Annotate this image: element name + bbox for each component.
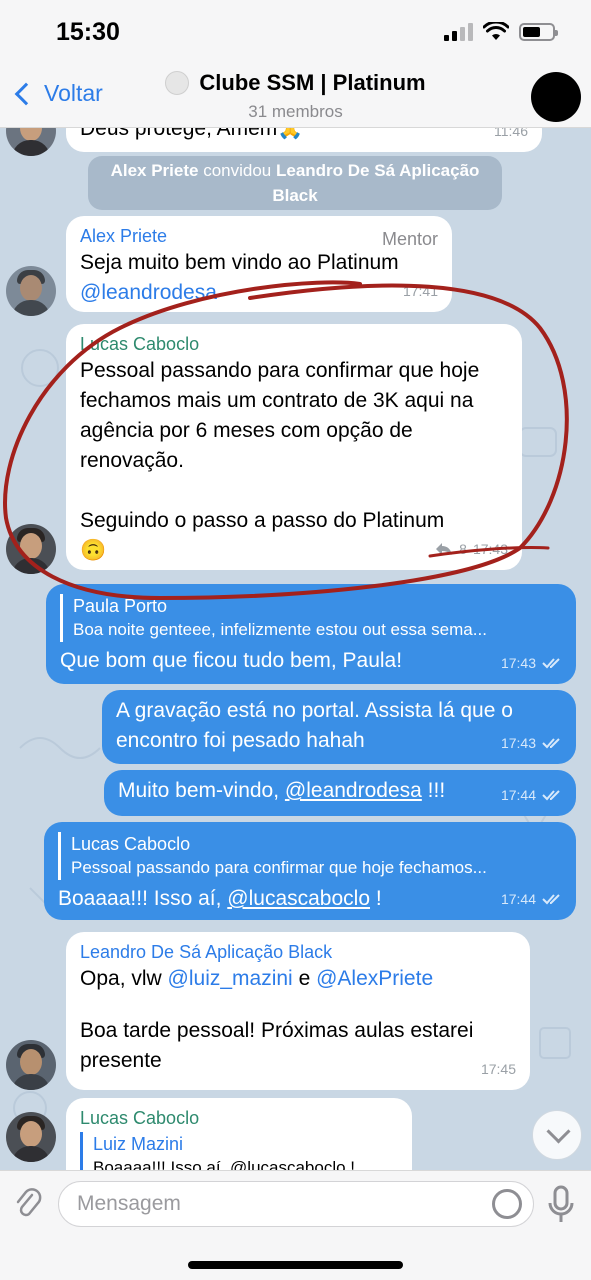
reply-preview[interactable]: Luiz Mazini Boaaaa!!! Isso aí, @lucascab… [80,1132,398,1170]
sender-name[interactable]: Lucas Caboclo [80,332,508,356]
system-target[interactable]: Leandro De Sá Aplicação Black [272,161,479,205]
reply-text: Pessoal passando para confirmar que hoje… [71,858,487,877]
reply-count[interactable]: 8 [459,534,467,564]
message-bubble[interactable]: A gravação está no portal. Assista lá qu… [102,690,576,764]
chat-header: Voltar Clube SSM | Platinum 31 membros [0,62,591,128]
message-input-bar: Mensagem [0,1170,591,1280]
chat-title-area[interactable]: Clube SSM | Platinum 31 membros [0,70,591,122]
double-check-icon [542,738,560,749]
sender-avatar[interactable] [6,1112,56,1162]
group-avatar[interactable] [531,72,581,122]
reply-preview[interactable]: Paula Porto Boa noite genteee, infelizme… [60,594,562,642]
message-time: 17:41 [402,283,438,299]
battery-icon [519,23,558,41]
message-list[interactable]: Deus protege, Amém🙏 11:46 Alex Priete co… [0,128,591,1170]
reply-author: Lucas Caboclo [71,834,191,854]
message-text: Boaaaa!!! Isso aí, [58,887,228,910]
clock: 15:30 [56,18,120,46]
message-text: Opa, vlw [80,967,168,990]
double-check-icon [542,658,560,669]
message-text-mid: e [292,967,317,990]
message-text: A gravação está no portal. Assista lá qu… [116,699,513,752]
message-bubble[interactable]: Paula Porto Boa noite genteee, infelizme… [46,584,576,684]
message-input[interactable]: Mensagem [58,1181,534,1227]
mention-link[interactable]: @leandrodesa [80,278,438,308]
status-icons [444,22,558,42]
message-text-end: ! [370,887,382,910]
message-time: 17:44 [500,891,536,907]
sticker-icon[interactable] [492,1189,522,1219]
reply-author: Luiz Mazini [93,1134,184,1154]
chat-title: Clube SSM | Platinum [199,70,426,95]
system-action: convidou [203,161,272,180]
system-actor[interactable]: Alex Priete [111,161,199,180]
double-check-icon [542,790,560,801]
sender-avatar[interactable] [6,1040,56,1090]
reply-count-icon [436,543,453,555]
sender-role-badge: Mentor [381,229,438,249]
mention-link[interactable]: @leandrodesa [285,779,422,802]
system-message: Alex Priete convidou Leandro De Sá Aplic… [88,156,502,210]
message-bubble[interactable]: Leandro De Sá Aplicação Black Opa, vlw @… [66,932,530,1090]
message-bubble[interactable]: Lucas Caboclo Luiz Mazini Boaaaa!!! Isso… [66,1098,412,1170]
group-status-icon [165,71,190,95]
scroll-to-bottom-button[interactable] [532,1110,582,1160]
wifi-icon [483,22,509,40]
message-text: Pessoal passando para confirmar que hoje… [80,359,480,472]
reply-text: Boaaaa!!! Isso aí, @lucascaboclo ! [93,1158,356,1170]
message-time: 11:46 [494,128,528,139]
sender-name[interactable]: Leandro De Sá Aplicação Black [80,940,516,964]
message-time: 17:43 [500,735,536,751]
attach-icon[interactable] [14,1187,42,1223]
message-bubble[interactable]: Lucas Caboclo Pessoal passando para conf… [44,822,576,920]
mention-link[interactable]: @luiz_mazini [168,967,293,990]
message-text: Deus protege, Amém🙏 [80,128,304,140]
reply-text: Boa noite genteee, infelizmente estou ou… [73,620,487,639]
sender-avatar[interactable] [6,524,56,574]
sender-avatar[interactable] [6,128,56,156]
reply-author: Paula Porto [73,596,168,616]
message-bubble[interactable]: Alex Priete Mentor Seja muito bem vindo … [66,216,452,312]
sender-avatar[interactable] [6,266,56,316]
double-check-icon [542,894,560,905]
home-indicator [188,1261,403,1269]
message-text-continued: Seguindo o passo a passo do Platinum [80,509,445,532]
message-bubble[interactable]: Muito bem-vindo, @leandrodesa !!! 17:44 [104,770,576,816]
message-text-end: !!! [421,779,446,802]
message-time: 17:43 [472,541,508,557]
message-text: Muito bem-vindo, [118,779,285,802]
message-time: 17:43 [500,655,536,671]
message-text: Que bom que ficou tudo bem, Paula! [60,649,403,672]
member-count: 31 membros [248,102,343,121]
reply-preview[interactable]: Lucas Caboclo Pessoal passando para conf… [58,832,562,880]
cellular-signal-icon [444,23,473,41]
mention-link[interactable]: @AlexPriete [316,967,433,990]
status-bar: 15:30 [0,0,591,62]
message-bubble[interactable]: Deus protege, Amém🙏 11:46 [66,128,542,152]
message-time: 17:45 [480,1061,516,1077]
mention-link[interactable]: @lucascaboclo [227,887,370,910]
message-bubble[interactable]: Lucas Caboclo Pessoal passando para conf… [66,324,522,570]
sender-name[interactable]: Lucas Caboclo [80,1106,398,1130]
message-time: 17:44 [500,787,536,803]
microphone-icon[interactable] [548,1185,574,1225]
message-text-continued: Boa tarde pessoal! Próximas aulas estare… [80,1019,474,1072]
